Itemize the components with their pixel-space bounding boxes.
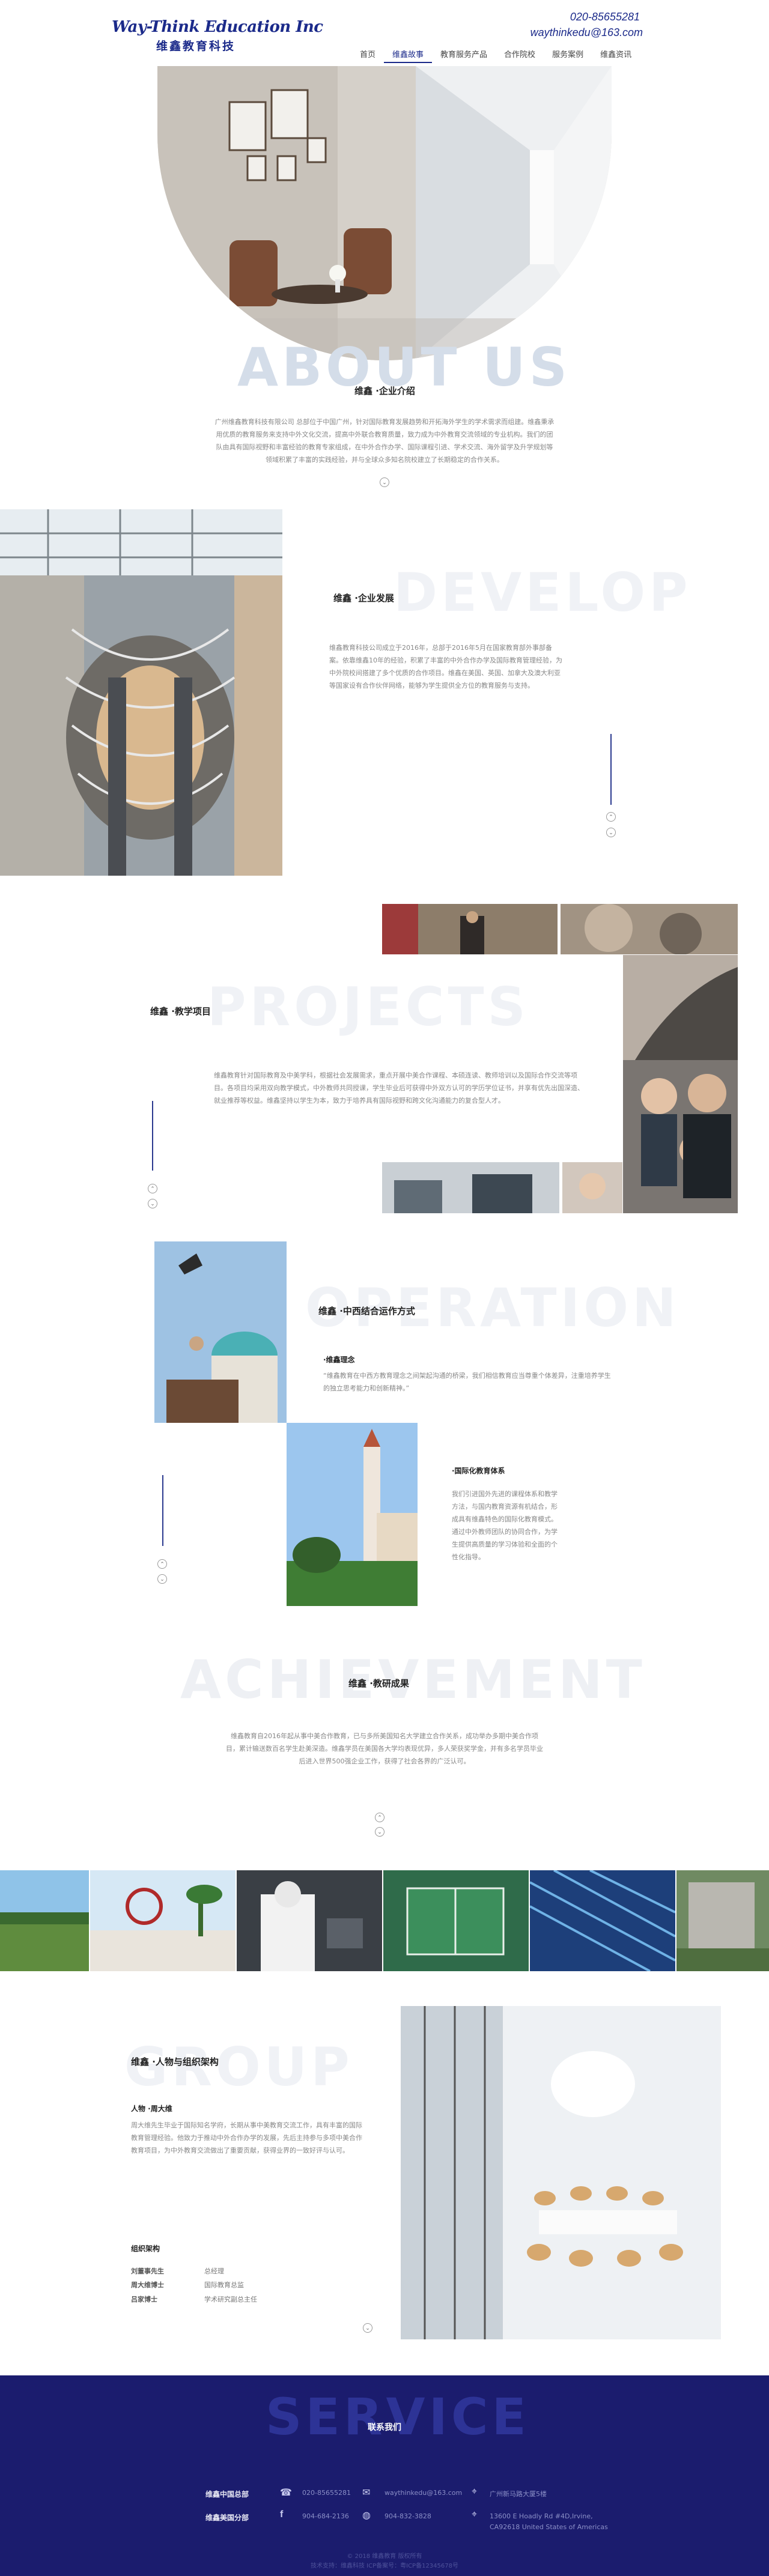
nav-partners[interactable]: 合作院校 (496, 46, 544, 63)
operation-photo-graduate (154, 1241, 287, 1423)
nav-story[interactable]: 维鑫故事 (384, 46, 433, 63)
strip-photo-3 (237, 1870, 382, 1971)
about-title: 维鑫 ·企业介绍 (354, 386, 415, 396)
service-hq-label: 维鑫中国总部 (205, 2490, 249, 2499)
service-hq-address: 广州新马路大厦5楼 (490, 2490, 547, 2498)
operation-sub2: ·国际化教育体系 (452, 1467, 505, 1475)
org-row-1-value: 总经理 (204, 2267, 224, 2275)
nav-services[interactable]: 教育服务产品 (432, 46, 496, 63)
about-scroll-icon[interactable]: ⌄ (380, 477, 389, 487)
projects-photo-5 (382, 1162, 559, 1213)
service-us-phone2[interactable]: 904-832-3828 (384, 2512, 431, 2520)
org-row-2-label: 周大维博士 (131, 2281, 164, 2289)
org-row-2-value: 国际教育总监 (204, 2281, 244, 2289)
mail-icon: ✉ (362, 2488, 371, 2498)
nav-news[interactable]: 维鑫资讯 (592, 46, 640, 63)
phone-icon: ☎ (280, 2488, 292, 2498)
achievement-down-icon[interactable]: ⌄ (375, 1827, 384, 1837)
operation-text2: 我们引进国外先进的课程体系和教学方法，与国内教育资源有机结合，形成具有维鑫特色的… (452, 1490, 558, 1561)
about-text: 广州维鑫教育科技有限公司 总部位于中国广州，针对国际教育发展趋势和开拓海外学生的… (214, 418, 555, 464)
projects-photo-6 (562, 1162, 622, 1213)
develop-title: 维鑫 ·企业发展 (333, 593, 394, 604)
projects-down-icon[interactable]: ⌄ (148, 1199, 157, 1208)
strip-photo-1 (0, 1870, 89, 1971)
service-us-label: 维鑫美国分部 (205, 2514, 249, 2522)
logo-en[interactable]: Way-Think Education Inc (112, 18, 323, 36)
projects-up-icon[interactable]: ⌃ (148, 1184, 157, 1193)
strip-photo-6 (676, 1870, 769, 1971)
main-nav: 首页 维鑫故事 教育服务产品 合作院校 服务案例 维鑫资讯 (351, 46, 640, 63)
projects-photo-3 (623, 955, 738, 1060)
group-photo-meeting-room (401, 2006, 721, 2339)
develop-accent-line (610, 734, 612, 805)
projects-title: 维鑫 ·教学项目 (150, 1006, 211, 1017)
service-us-phone1[interactable]: 904-684-2136 (302, 2512, 349, 2520)
footer-support: 技术支持：维鑫科技 ICP备案号：粤ICP备12345678号 (310, 2563, 458, 2569)
projects-text: 维鑫教育针对国际教育及中美学科，根据社会发展需求，重点开展中美合作课程、本硕连读… (214, 1071, 584, 1105)
operation-up-icon[interactable]: ⌃ (157, 1559, 167, 1569)
hero-image (157, 66, 612, 360)
group-person-text: 周大维先生毕业于国际知名学府，长期从事中美教育交流工作，具有丰富的国际教育管理经… (131, 2121, 362, 2154)
achievement-up-icon[interactable]: ⌃ (375, 1813, 384, 1822)
projects-photo-4 (623, 1060, 738, 1213)
facebook-icon[interactable]: f (280, 2509, 283, 2520)
nav-home[interactable]: 首页 (351, 46, 384, 63)
service-bg-word: SERVICE (266, 2387, 530, 2446)
strip-photo-2 (90, 1870, 236, 1971)
projects-photo-2 (561, 904, 738, 954)
service-us-address-2: CA92618 United States of Americas (490, 2523, 608, 2531)
operation-text1: “维鑫教育在中西方教育理念之间架起沟通的桥梁，我们相信教育应当尊重个体差异，注重… (323, 1372, 611, 1392)
operation-accent-line (162, 1475, 163, 1546)
operation-down-icon[interactable]: ⌄ (157, 1574, 167, 1584)
wechat-icon[interactable]: ◍ (362, 2509, 371, 2521)
group-title: 维鑫 ·人物与组织架构 (131, 2056, 219, 2067)
operation-title: 维鑫 ·中西结合运作方式 (318, 1306, 415, 1317)
develop-up-icon[interactable]: ⌃ (606, 812, 616, 822)
org-row-1-label: 刘董事先生 (131, 2267, 164, 2275)
develop-photo (0, 509, 282, 876)
group-person-title: 人物 ·周大维 (131, 2105, 172, 2113)
nav-cases[interactable]: 服务案例 (544, 46, 592, 63)
header-email[interactable]: waythinkedu@163.com (530, 26, 643, 39)
projects-accent-line (152, 1101, 153, 1171)
service-footer: SERVICE 联系我们 维鑫中国总部 ☎ 020-85655281 ✉ way… (0, 2375, 769, 2576)
org-row-3-value: 学术研究副总主任 (204, 2296, 257, 2303)
projects-photo-1 (382, 904, 558, 954)
develop-down-icon[interactable]: ⌄ (606, 828, 616, 837)
strip-photo-5 (530, 1870, 675, 1971)
operation-sub1: ·维鑫理念 (323, 1356, 355, 1364)
group-down-icon[interactable]: ⌄ (363, 2323, 372, 2333)
logo-cn[interactable]: 维鑫教育科技 (156, 37, 236, 53)
copyright: © 2018 维鑫教育 版权所有 (347, 2553, 422, 2560)
service-hq-phone[interactable]: 020-85655281 (302, 2489, 351, 2497)
strip-photo-4 (383, 1870, 529, 1971)
develop-text: 维鑫教育科技公司成立于2016年，总部于2016年5月在国家教育部外事部备案。依… (329, 644, 562, 689)
header-phone: 020-85655281 (570, 11, 640, 23)
location-icon: ⌖ (472, 2487, 478, 2497)
achievement-bg-word: ACHIEVEMENT (180, 1649, 646, 1711)
service-hq-email[interactable]: waythinkedu@163.com (384, 2489, 462, 2497)
site-header: Way-Think Education Inc 维鑫教育科技 020-85655… (0, 0, 769, 66)
page-root: { "header": { "logo_en": "Way-Think Educ… (0, 0, 769, 2576)
achievement-title: 维鑫 ·教研成果 (348, 1678, 409, 1689)
projects-bg-word: PROJECTS (207, 976, 529, 1038)
org-row-3-label: 吕家博士 (131, 2296, 157, 2303)
achievement-text: 维鑫教育自2016年起从事中美合作教育，已与多所美国知名大学建立合作关系，成功举… (226, 1732, 543, 1765)
service-title: 联系我们 (368, 2423, 401, 2432)
group-org-title: 组织架构 (131, 2244, 160, 2253)
operation-photo-tower (287, 1423, 418, 1606)
location-icon: ⌖ (472, 2509, 478, 2520)
develop-bg-word: DEVELOP (394, 562, 691, 623)
service-us-address-1: 13600 E Hoadly Rd #4D,Irvine, (490, 2512, 593, 2520)
